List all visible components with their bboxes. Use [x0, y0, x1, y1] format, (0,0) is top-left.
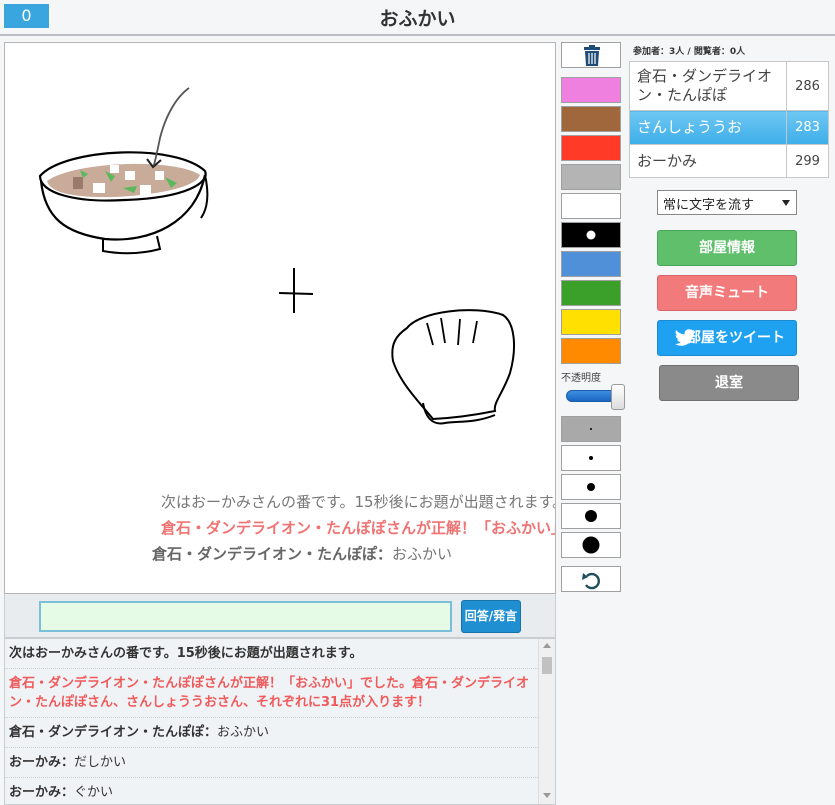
chat-log[interactable]: 次はおーかみさんの番です。15秒後にお題が出題されます。 倉石・ダンデライオン・… — [4, 638, 556, 805]
chat-notice-text: 次はおーかみさんの番です。15秒後にお題が出題されます。 — [9, 646, 363, 661]
brush-dot-icon — [587, 483, 595, 491]
trash-icon — [584, 45, 600, 66]
color-swatch[interactable] — [561, 251, 621, 277]
chat-message: おふかい — [217, 725, 270, 740]
canvas-overlay-notice: 次はおーかみさんの番です。15秒後にお題が出題されます。 — [161, 491, 556, 512]
color-swatch[interactable] — [561, 309, 621, 335]
opacity-slider[interactable] — [566, 384, 625, 410]
color-swatch[interactable] — [561, 280, 621, 306]
overlay-message-text: おふかい — [392, 545, 453, 563]
color-swatch[interactable] — [561, 222, 621, 248]
stroke-shell-outline — [391, 309, 515, 421]
tweet-room-button[interactable]: 部屋をツイート — [657, 320, 797, 356]
undo-button[interactable] — [561, 566, 621, 592]
brush-size-button-xl[interactable] — [561, 532, 621, 558]
chat-speaker: おーかみ — [9, 755, 62, 770]
scroll-down-arrow-icon[interactable] — [543, 793, 551, 798]
chat-separator: ： — [61, 755, 75, 770]
chat-row: おーかみ：だしかい — [5, 748, 538, 778]
chevron-down-icon — [782, 200, 790, 206]
mute-audio-button[interactable]: 音声ミュート — [657, 275, 797, 311]
color-swatch[interactable] — [561, 135, 621, 161]
app-window: 0 おふかい 次はおーかみさんの番です。15秒後にお題が出題されます。 倉石・ダ… — [0, 0, 835, 805]
chat-separator: ： — [61, 785, 75, 800]
chat-correct-text: 倉石・ダンデライオン・たんぽぽさんが正解！「おふかい」でした。倉石・ダンデライオ… — [9, 676, 530, 710]
chat-row: 次はおーかみさんの番です。15秒後にお題が出題されます。 — [5, 639, 538, 669]
scroll-up-arrow-icon[interactable] — [543, 643, 551, 648]
drawing-canvas[interactable]: 次はおーかみさんの番です。15秒後にお題が出題されます。 倉石・ダンデライオン・… — [4, 42, 556, 594]
brush-size-button-l[interactable] — [561, 503, 621, 529]
tweet-room-label: 部屋をツイート — [687, 330, 785, 346]
player-row-active[interactable]: さんしょううお 283 — [628, 110, 829, 145]
selected-color-indicator — [586, 230, 596, 240]
player-row[interactable]: おーかみ 299 — [628, 144, 829, 178]
chat-row: 倉石・ダンデライオン・たんぽぽさんが正解！「おふかい」でした。倉石・ダンデライオ… — [5, 669, 538, 718]
text-stream-select-value: 常に文字を流す — [663, 198, 755, 213]
color-swatch[interactable] — [561, 193, 621, 219]
text-stream-select[interactable]: 常に文字を流す — [657, 190, 797, 215]
header: 0 おふかい — [0, 0, 835, 36]
brush-size-button-xs[interactable] — [561, 416, 621, 442]
player-name: さんしょううお — [628, 110, 788, 145]
player-list: 倉石・ダンデライオン・たんぽぽ 286 さんしょううお 283 おーかみ 299 — [628, 61, 829, 178]
chat-separator: ： — [204, 725, 218, 740]
brush-dot-icon — [585, 510, 597, 522]
stroke-bowl-soup — [47, 163, 200, 198]
canvas-overlay-correct: 倉石・ダンデライオン・たんぽぽさんが正解！「おふかい」でした。 — [161, 517, 555, 538]
scroll-thumb[interactable] — [542, 657, 552, 674]
overlay-correct-text: 倉石・ダンデライオン・たんぽぽさんが正解！「おふかい」でした。 — [161, 519, 555, 537]
overlay-speaker: 倉石・ダンデライオン・たんぽぽ — [152, 545, 378, 563]
participants-count: 参加者：3人 / 閲覧者：0人 — [633, 47, 746, 57]
chat-scrollbar[interactable] — [538, 639, 555, 804]
color-swatch[interactable] — [561, 77, 621, 103]
brush-size-button-s[interactable] — [561, 445, 621, 471]
overlay-notice-text: 次はおーかみさんの番です。15秒後にお題が出題されます。 — [161, 493, 556, 511]
room-info-button[interactable]: 部屋情報 — [657, 230, 797, 266]
clear-canvas-button[interactable] — [561, 42, 621, 68]
stroke-shell-ridges — [426, 317, 478, 346]
canvas-overlay-message: 倉石・ダンデライオン・たんぽぽ：おふかい — [152, 543, 452, 564]
answer-bar: 回答/発言 — [4, 594, 556, 638]
leave-room-button[interactable]: 退室 — [659, 365, 799, 401]
opacity-slider-thumb[interactable] — [611, 384, 625, 410]
brush-size-button-m[interactable] — [561, 474, 621, 500]
player-row[interactable]: 倉石・ダンデライオン・たんぽぽ 286 — [628, 61, 829, 111]
answer-title: おふかい — [379, 8, 456, 30]
stroke-cross — [278, 268, 314, 313]
brush-dot-icon — [582, 536, 600, 554]
overlay-separator: ： — [377, 545, 393, 563]
chat-row: 倉石・ダンデライオン・たんぽぽ：おふかい — [5, 718, 538, 748]
answer-input[interactable] — [39, 601, 452, 632]
player-name: おーかみ — [628, 144, 788, 178]
chat-speaker: おーかみ — [9, 785, 62, 800]
player-name: 倉石・ダンデライオン・たんぽぽ — [628, 61, 788, 111]
chat-speaker: 倉石・ダンデライオン・たんぽぽ — [9, 725, 205, 740]
color-swatch[interactable] — [561, 164, 621, 190]
undo-icon — [582, 572, 600, 590]
player-score: 283 — [786, 110, 829, 145]
color-swatch[interactable] — [561, 106, 621, 132]
chat-row: おーかみ：ぐかい — [5, 778, 538, 804]
twitter-bird-icon — [674, 329, 695, 346]
chat-message: だしかい — [74, 755, 127, 770]
player-score: 299 — [786, 144, 829, 178]
color-swatch[interactable] — [561, 338, 621, 364]
opacity-label: 不透明度 — [561, 373, 601, 384]
answer-submit-button[interactable]: 回答/発言 — [461, 600, 521, 633]
player-score: 286 — [786, 61, 829, 111]
brush-dot-icon — [590, 428, 592, 430]
brush-dot-icon — [589, 456, 593, 460]
chat-message: ぐかい — [74, 785, 114, 800]
